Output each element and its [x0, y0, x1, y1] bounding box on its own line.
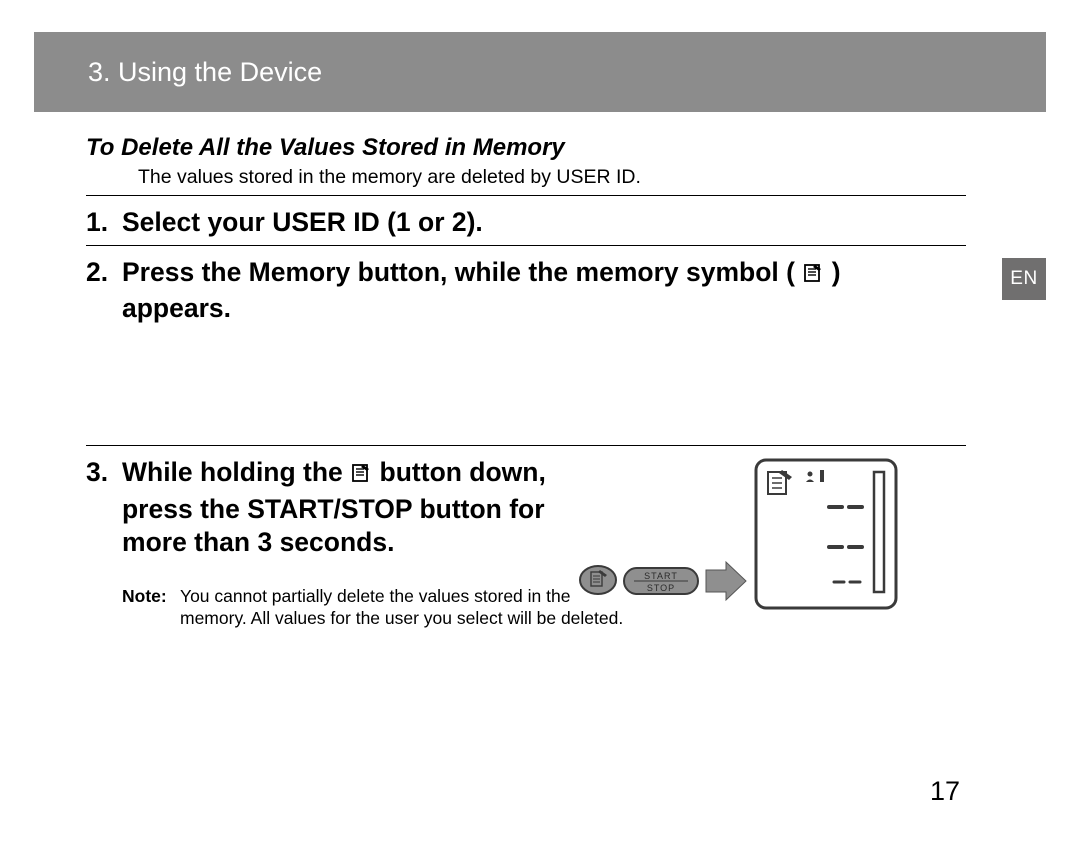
step-3-text: While holding the button down, press the… [122, 456, 556, 558]
note-label: Note: [122, 585, 180, 630]
device-figure: START STOP [574, 452, 904, 602]
memory-icon [350, 459, 372, 492]
step-3-row: 3. While holding the b [86, 456, 966, 629]
page-number: 17 [930, 776, 960, 807]
step-1: 1. Select your USER ID (1 or 2). [86, 206, 966, 239]
figure-memory-button-icon [580, 566, 616, 594]
figure-start-stop-button-icon: START STOP [624, 568, 698, 594]
step-3-number: 3. [86, 456, 122, 558]
step-1-text: Select your USER ID (1 or 2). [122, 206, 966, 239]
step-2-text: Press the Memory button, while the memor… [122, 256, 952, 325]
chapter-header: 3. Using the Device [34, 32, 1046, 112]
section-title: To Delete All the Values Stored in Memor… [86, 134, 966, 162]
step-3: 3. While holding the b [86, 456, 556, 558]
note-text: You cannot partially delete the values s… [180, 585, 632, 630]
language-tab: EN [1002, 258, 1046, 300]
svg-text:START: START [644, 571, 678, 581]
svg-text:STOP: STOP [647, 583, 675, 593]
page-content: To Delete All the Values Stored in Memor… [86, 134, 966, 630]
step-1-number: 1. [86, 206, 122, 239]
divider [86, 445, 966, 446]
manual-page: 3. Using the Device EN To Delete All the… [0, 0, 1080, 851]
divider [86, 245, 966, 246]
figure-device-screen-icon [756, 460, 896, 608]
language-label: EN [1010, 268, 1037, 290]
memory-icon [802, 259, 824, 292]
note: Note: You cannot partially delete the va… [122, 585, 632, 630]
divider [86, 195, 966, 196]
step-2-number: 2. [86, 256, 122, 325]
step-2: 2. Press the Memory button, while the me… [86, 256, 966, 325]
chapter-title: 3. Using the Device [88, 57, 322, 88]
section-intro: The values stored in the memory are dele… [138, 166, 966, 189]
figure-arrow-icon [706, 562, 746, 600]
